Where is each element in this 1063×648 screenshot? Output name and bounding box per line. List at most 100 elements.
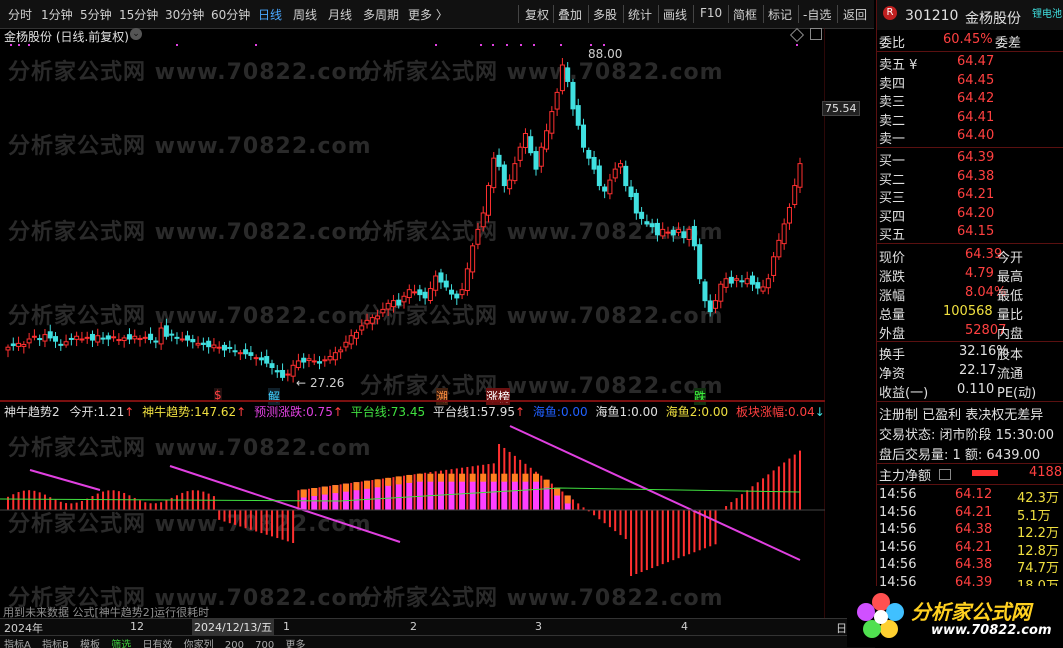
signal-dot: [480, 44, 482, 46]
timeline-label-year: 2024年: [4, 622, 43, 635]
candle-body: [459, 289, 465, 296]
candle-body: [702, 281, 708, 302]
period-tab-5min[interactable]: 5分钟: [80, 6, 112, 23]
toolbar-divider: [623, 5, 624, 23]
period-tab-1min[interactable]: 1分钟: [41, 6, 73, 23]
signal-dot: [560, 44, 562, 46]
f10-button[interactable]: F10: [700, 6, 722, 20]
chevron-down-icon[interactable]: ⌄: [130, 28, 142, 40]
candle-body: [42, 334, 48, 342]
overlay-button[interactable]: 叠加: [558, 6, 582, 23]
candle-body: [554, 91, 560, 110]
period-tab-weekly[interactable]: 周线: [293, 6, 317, 23]
indicator-block: [533, 480, 539, 510]
signal-dot: [435, 44, 437, 46]
candle-body: [660, 228, 666, 237]
multi-stock-button[interactable]: 多股: [593, 6, 617, 23]
indicator-block: [448, 480, 455, 510]
up-arrow-icon: ↑: [332, 405, 343, 419]
candle-body: [443, 280, 449, 288]
indicator-name[interactable]: 神牛趋势2: [4, 405, 60, 419]
kline-chart-area[interactable]: 分析家公式网 www.70822.com 分析家公式网 www.70822.co…: [0, 27, 860, 405]
fuquan-button[interactable]: 复权: [525, 6, 549, 23]
ask-row-cell: 64.47: [957, 54, 995, 69]
candle-body: [665, 231, 671, 234]
candle-body: [496, 154, 502, 167]
tick-row: 14:56 64.21 12.8万: [877, 540, 1063, 559]
indicator-chart-area[interactable]: 分析家公式网 www.70822.com 分析家公式网 www.70822.co…: [0, 402, 825, 619]
timeline-label-4: 4: [681, 620, 688, 633]
simple-frame-button[interactable]: 简框: [733, 6, 757, 23]
period-tab-fenshi[interactable]: 分时: [8, 6, 32, 23]
candle-body: [195, 342, 201, 346]
candle-body: [581, 124, 587, 148]
toolbar-divider: [588, 5, 589, 23]
period-tab-30min[interactable]: 30分钟: [165, 6, 204, 23]
candle-body: [58, 343, 64, 346]
indicator-block: [416, 473, 423, 482]
indicator-block: [416, 480, 423, 510]
stats-row-cell: PE(动): [997, 386, 1037, 401]
info-row-1: 注册制 已盈利 表决权无差异: [879, 408, 1044, 423]
candle-body: [153, 340, 159, 343]
candle-body: [174, 336, 180, 339]
toolbar-divider: [518, 5, 519, 23]
legend-bankuai-label: 板块涨幅:: [735, 405, 788, 419]
back-button[interactable]: 返回: [843, 6, 867, 23]
legend-haiyu2-value: 0.00: [701, 405, 729, 419]
legend-pingtai-value: 73.45: [390, 405, 426, 419]
tick-row-cell: 64.38: [955, 522, 993, 537]
trend-line: [29, 469, 101, 491]
ask-row-cell: 卖四: [879, 76, 906, 92]
candle-body: [649, 223, 655, 228]
quote-row-cell: 涨跌: [879, 270, 906, 285]
period-tab-multi[interactable]: 多周期: [363, 6, 399, 23]
maximize-icon[interactable]: [810, 28, 822, 40]
period-tab-daily[interactable]: 日线: [258, 6, 282, 23]
period-tab-60min[interactable]: 60分钟: [211, 6, 250, 23]
tick-row-cell: 74.7万: [1017, 561, 1059, 576]
candle-body: [628, 186, 634, 198]
candle-body: [538, 146, 544, 167]
indicator-block: [480, 473, 487, 482]
trend-line: [509, 425, 801, 561]
tick-row-cell: 12.2万: [1017, 526, 1059, 541]
candle-body: [575, 105, 581, 126]
quote-row: 涨跌 4.79 最高: [877, 266, 1063, 285]
signal-dot: [176, 44, 178, 46]
indicator-block: [311, 488, 318, 497]
candle-body: [522, 133, 528, 149]
draw-line-button[interactable]: 画线: [663, 6, 687, 23]
bid-row: 买二 64.38: [877, 169, 1063, 188]
watchlist-button[interactable]: -自选: [803, 6, 831, 23]
candle-body: [53, 336, 59, 342]
candle-body: [322, 359, 328, 362]
candle-body: [792, 185, 798, 205]
legend-jinkai-value: 1.21: [97, 405, 125, 419]
zhuli-row[interactable]: 主力净额 4188: [877, 465, 1063, 484]
sector-tag[interactable]: 锂电池: [1032, 5, 1062, 20]
indicator-block: [490, 473, 497, 482]
tick-row-cell: 14:56: [879, 557, 917, 572]
candle-body: [232, 350, 238, 353]
legend-haiyu2-label: 海鱼2:: [665, 405, 702, 419]
quote-row-cell: 今开: [997, 251, 1024, 266]
candle-body: [401, 295, 407, 303]
candle-body: [142, 336, 148, 339]
period-tab-15min[interactable]: 15分钟: [119, 6, 158, 23]
indicator-block: [459, 480, 466, 510]
mark-button[interactable]: 标记: [768, 6, 792, 23]
candle-body: [285, 373, 291, 376]
bid-row-cell: 64.39: [957, 150, 995, 165]
bid-row-cell: 64.20: [957, 205, 995, 221]
toolbar-divider: [728, 5, 729, 23]
stats-row: 净资 22.17 流通: [877, 363, 1063, 382]
period-tab-monthly[interactable]: 月线: [328, 6, 352, 23]
candle-body: [396, 299, 402, 306]
ask-row: 卖五 ¥ 64.47: [877, 54, 1063, 73]
list-icon[interactable]: [939, 469, 951, 480]
statistics-button[interactable]: 统计: [628, 6, 652, 23]
rong-badge-icon: R: [883, 6, 897, 20]
period-tab-more[interactable]: 更多 〉: [408, 6, 448, 23]
quote-row-cell: 涨幅: [879, 289, 906, 304]
